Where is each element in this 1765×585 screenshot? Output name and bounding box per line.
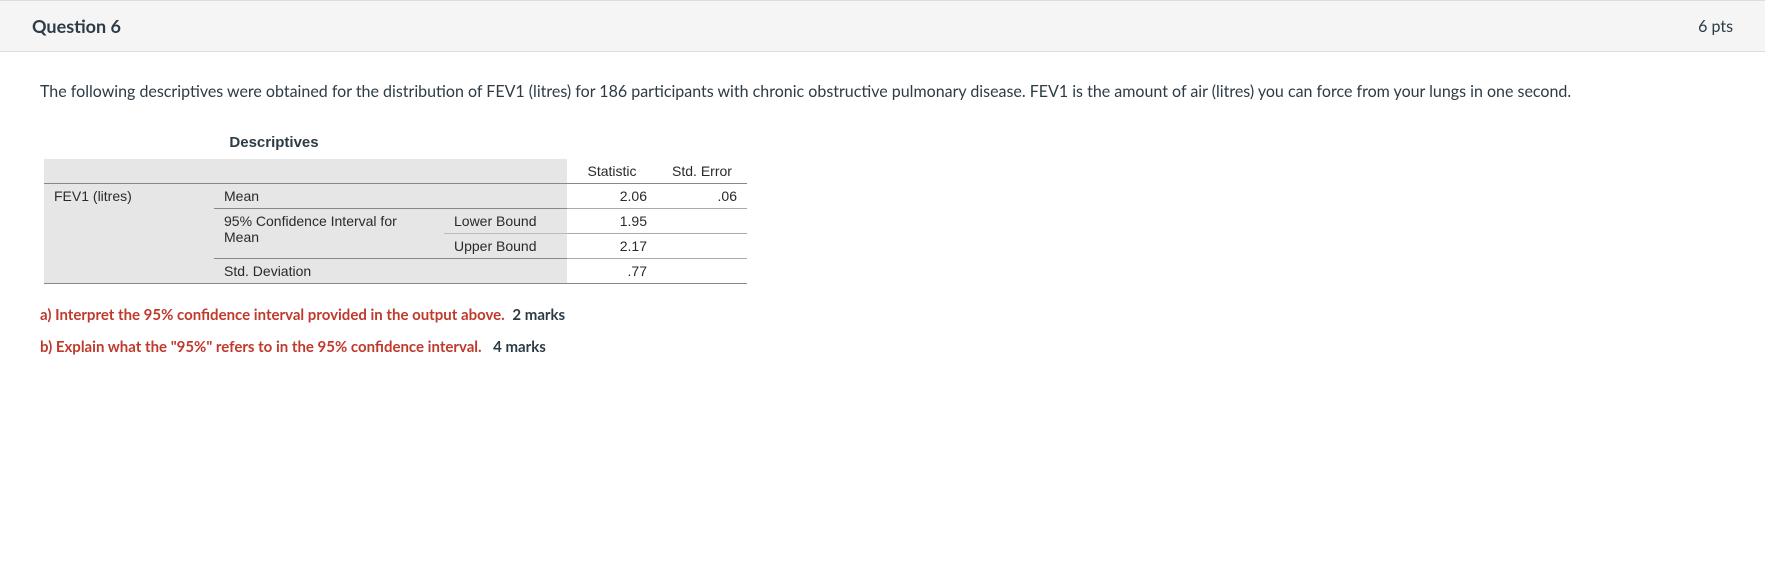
question-prompt: The following descriptives were obtained…	[40, 80, 1725, 104]
row-mean-stat: 2.06	[567, 184, 657, 209]
row-mean-err: .06	[657, 184, 747, 209]
row-upper-label: Upper Bound	[444, 234, 567, 259]
blank-header	[214, 159, 444, 184]
col-statistic: Statistic	[567, 159, 657, 184]
blank-header	[44, 159, 214, 184]
subquestion-b: b) Explain what the "95%" refers to in t…	[40, 338, 1725, 356]
descriptives-table: Statistic Std. Error FEV1 (litres) Mean …	[44, 159, 747, 284]
row-ci-label: 95% Confidence Interval for Mean	[214, 209, 444, 259]
col-stderr: Std. Error	[657, 159, 747, 184]
blank-header	[444, 159, 567, 184]
question-body: The following descriptives were obtained…	[0, 52, 1765, 384]
row-upper-stat: 2.17	[567, 234, 657, 259]
subquestion-b-text: b) Explain what the "95%" refers to in t…	[40, 338, 482, 356]
row-sd-stat: .77	[567, 259, 657, 284]
subquestion-b-marks: 4 marks	[493, 338, 546, 356]
subquestion-a-text: a) Interpret the 95% confidence interval…	[40, 306, 505, 324]
question-points: 6 pts	[1698, 17, 1733, 36]
variable-label: FEV1 (litres)	[44, 184, 214, 284]
question-title: Question 6	[32, 15, 121, 37]
subquestion-a: a) Interpret the 95% confidence interval…	[40, 306, 1725, 324]
row-sd-label: Std. Deviation	[214, 259, 567, 284]
question-header: Question 6 6 pts	[0, 0, 1765, 52]
row-sd-err	[657, 259, 747, 284]
row-lower-stat: 1.95	[567, 209, 657, 234]
row-mean-label: Mean	[214, 184, 567, 209]
row-lower-label: Lower Bound	[444, 209, 567, 234]
table-title: Descriptives	[44, 134, 504, 151]
subquestion-a-marks: 2 marks	[512, 306, 565, 324]
row-upper-err	[657, 234, 747, 259]
row-lower-err	[657, 209, 747, 234]
table-row: FEV1 (litres) Mean 2.06 .06	[44, 184, 747, 209]
